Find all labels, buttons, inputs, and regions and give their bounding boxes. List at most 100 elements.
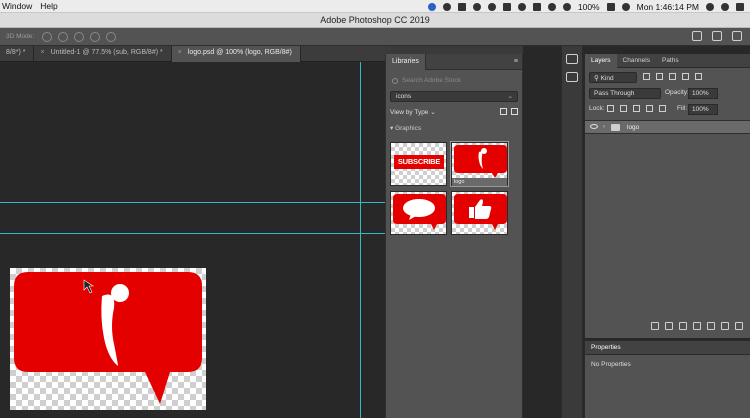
new-group-icon[interactable] <box>707 322 715 330</box>
smart-object-filter-icon[interactable] <box>695 73 702 80</box>
share-icon[interactable] <box>732 31 742 41</box>
tab-logo-psd[interactable]: × logo.psd @ 100% (logo, RGB/8#) <box>171 46 301 62</box>
tab-untitled-1[interactable]: × Untitled-1 @ 77.5% (sub, RGB/8#) * <box>34 46 172 62</box>
document-tabs: 8/8*) * × Untitled-1 @ 77.5% (sub, RGB/8#… <box>0 46 385 62</box>
adjustment-layer-icon[interactable] <box>693 322 701 330</box>
blend-mode-select[interactable]: Pass Through <box>589 88 661 99</box>
shape-filter-icon[interactable] <box>682 73 689 80</box>
timer-icon[interactable] <box>487 2 496 11</box>
chevron-down-icon: ⌄ <box>430 109 436 116</box>
libraries-header: Libraries ≡ <box>386 54 522 70</box>
pixel-filter-icon[interactable] <box>643 73 650 80</box>
speech-bubble-logo-icon <box>14 272 202 404</box>
logo-artwork[interactable] <box>10 268 206 410</box>
screenflow-icon[interactable] <box>472 2 481 11</box>
opacity-input[interactable]: 100% <box>688 88 718 99</box>
section-label: Graphics <box>395 125 422 132</box>
3d-orbit-icon[interactable] <box>42 31 53 42</box>
kind-filter-select[interactable]: ⚲ Kind <box>589 72 637 83</box>
3d-scale-icon[interactable] <box>106 31 117 42</box>
menu-help[interactable]: Help <box>38 1 63 11</box>
mask-icon[interactable] <box>679 322 687 330</box>
tab-label: 8/8*) * <box>6 49 26 56</box>
chevron-down-icon: ⌄ <box>507 93 513 100</box>
library-item-like[interactable] <box>451 191 508 235</box>
lock-transparent-icon[interactable] <box>607 105 614 112</box>
kind-label: Kind <box>600 75 614 82</box>
3d-roll-icon[interactable] <box>58 31 69 42</box>
library-item-caption: logo <box>452 178 507 186</box>
wifi-icon[interactable] <box>562 2 571 11</box>
type-filter-icon[interactable] <box>669 73 676 80</box>
menubar-clock[interactable]: Mon 1:46:14 PM <box>637 2 699 12</box>
guide-horizontal[interactable] <box>0 233 385 234</box>
3d-pan-icon[interactable] <box>74 31 85 42</box>
creative-cloud-icon[interactable] <box>457 2 466 11</box>
siri-icon[interactable] <box>721 2 729 11</box>
layers-panel: Layers Channels Paths ⚲ Kind Pass Throug… <box>584 54 750 338</box>
tab-channels[interactable]: Channels <box>617 54 656 68</box>
thumbs-up-thumbnail-icon <box>454 194 507 230</box>
workspace-icon[interactable] <box>712 31 722 41</box>
airplay-icon[interactable] <box>532 2 541 11</box>
options-bar: 3D Mode: <box>0 28 750 46</box>
stock-search-input[interactable]: Search Adobe Stock <box>390 75 518 86</box>
guide-horizontal[interactable] <box>0 202 385 203</box>
tab-label: Untitled-1 @ 77.5% (sub, RGB/8#) * <box>50 49 163 56</box>
spotlight-icon[interactable] <box>706 2 714 11</box>
graphics-section-header[interactable]: ▾ Graphics <box>390 124 518 132</box>
list-view-icon[interactable] <box>511 108 518 115</box>
notification-center-icon[interactable] <box>736 2 744 11</box>
bluetooth-icon[interactable] <box>547 2 556 11</box>
search-icon <box>392 77 398 84</box>
panel-menu-icon[interactable]: ≡ <box>514 58 518 65</box>
library-select[interactable]: icons ⌄ <box>390 91 518 102</box>
battery-icon[interactable] <box>606 2 615 11</box>
adjustment-filter-icon[interactable] <box>656 73 663 80</box>
fx-icon[interactable] <box>665 322 673 330</box>
dropbox-icon[interactable] <box>442 2 451 11</box>
lock-position-icon[interactable] <box>633 105 640 112</box>
grid-view-icon[interactable] <box>500 108 507 115</box>
tab-paths[interactable]: Paths <box>656 54 685 68</box>
menu-window[interactable]: Window <box>0 1 38 11</box>
link-layers-icon[interactable] <box>651 322 659 330</box>
search-icon[interactable] <box>692 31 702 41</box>
lock-all-icon[interactable] <box>659 105 666 112</box>
tab-layers[interactable]: Layers <box>585 54 617 68</box>
fill-input[interactable]: 100% <box>688 104 718 115</box>
new-layer-icon[interactable] <box>721 322 729 330</box>
visibility-eye-icon[interactable] <box>590 124 598 129</box>
properties-tab[interactable]: Properties <box>585 341 750 355</box>
properties-content: No Properties <box>591 361 631 368</box>
layer-row-logo[interactable]: › logo <box>585 120 750 134</box>
lock-artboard-icon[interactable] <box>646 105 653 112</box>
close-icon[interactable]: × <box>40 49 44 56</box>
flag-icon[interactable] <box>621 2 630 11</box>
adjust-panel-icon[interactable] <box>566 54 578 64</box>
layers-tabs: Layers Channels Paths <box>585 54 750 68</box>
chevron-right-icon[interactable]: › <box>603 123 605 130</box>
tab-prev-doc[interactable]: 8/8*) * <box>0 46 35 62</box>
layer-name: logo <box>627 124 640 131</box>
lock-image-icon[interactable] <box>620 105 627 112</box>
3d-slide-icon[interactable] <box>90 31 101 42</box>
trash-icon[interactable] <box>735 322 743 330</box>
library-item-speech[interactable] <box>390 191 447 235</box>
lock-label: Lock: <box>589 105 605 112</box>
library-item-subscribe[interactable]: SUBSCRIBE <box>390 142 447 186</box>
status-dot-icon[interactable] <box>427 2 436 11</box>
libraries-tab[interactable]: Libraries <box>386 54 426 70</box>
options-right-icons <box>692 31 742 41</box>
opacity-label: Opacity: <box>665 89 689 96</box>
guide-vertical[interactable] <box>360 62 361 418</box>
filter-icons <box>643 73 702 80</box>
close-icon[interactable]: × <box>178 49 182 56</box>
brush-panel-icon[interactable] <box>566 72 578 82</box>
info-icon[interactable] <box>517 2 526 11</box>
view-by-dropdown[interactable]: View by Type <box>390 109 428 116</box>
window-title: Adobe Photoshop CC 2019 <box>320 15 430 25</box>
library-item-logo[interactable]: logo <box>450 141 509 187</box>
clipboard-icon[interactable] <box>502 2 511 11</box>
libraries-panel-strip <box>385 46 523 54</box>
